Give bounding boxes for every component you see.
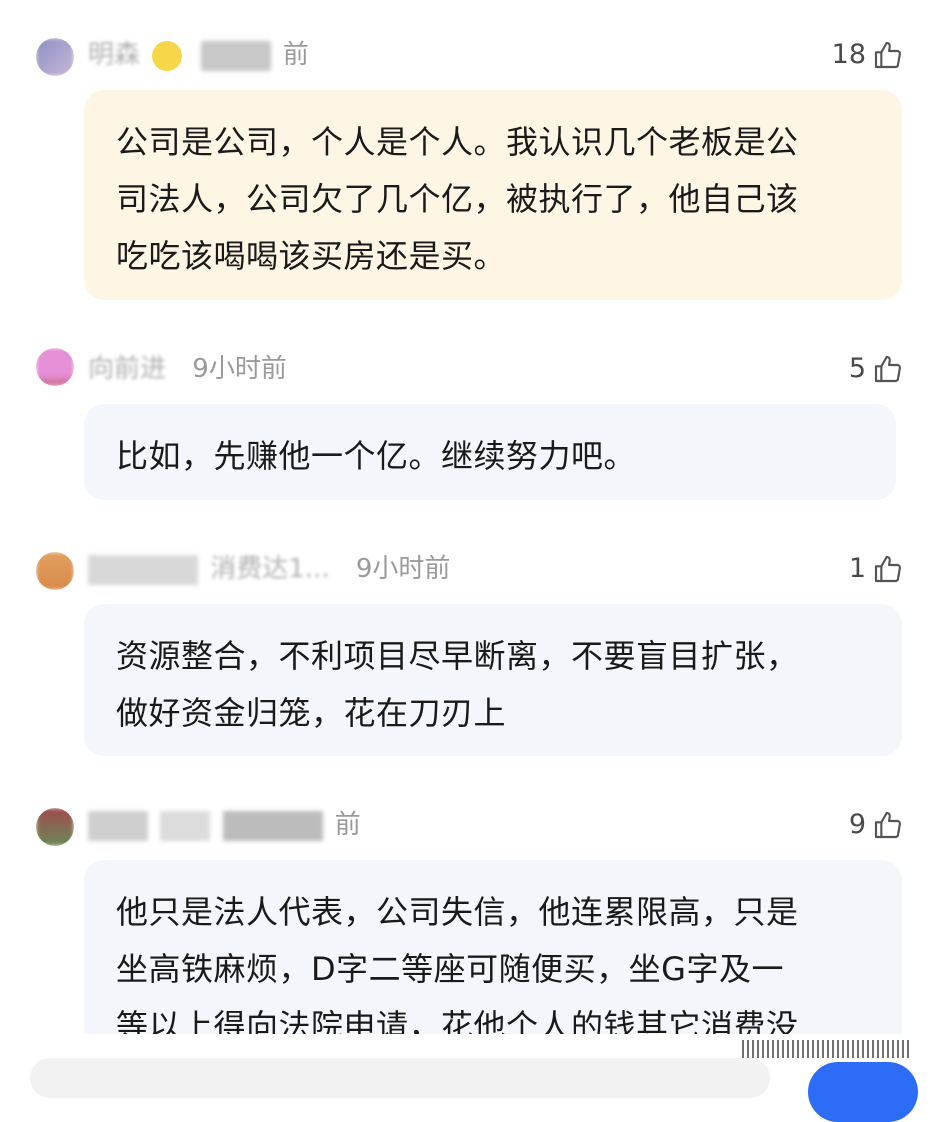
avatar[interactable] — [36, 808, 74, 846]
like-count: 5 — [848, 353, 866, 384]
comment-text: 比如，先赚他一个亿。继续努力吧。 — [84, 404, 896, 500]
comment-line: 司法人，公司欠了几个亿，被执行了，他自己该 — [116, 180, 799, 218]
comment-line: 他只是法人代表，公司失信，他连累限高，只是 — [116, 893, 799, 931]
username[interactable]: 向前进 — [88, 354, 166, 384]
comment-text: 他只是法人代表，公司失信，他连累限高，只是 坐高铁麻烦，D字二等座可随便买，坐G… — [84, 860, 902, 1060]
thumbs-up-icon — [874, 811, 901, 839]
username[interactable]: 明森 — [88, 40, 140, 70]
timestamp: 前 — [334, 810, 361, 840]
timestamp: 前 — [282, 40, 309, 70]
comment-meta: 消费达1... 9小时前 — [88, 549, 450, 589]
thumbs-up-icon — [874, 41, 901, 69]
comment-line: 吃吃该喝喝该买房还是买。 — [116, 237, 507, 275]
avatar[interactable] — [36, 38, 74, 76]
like-count: 9 — [848, 809, 866, 840]
thumbs-up-icon — [874, 355, 901, 383]
timestamp: 9小时前 — [192, 354, 287, 384]
like-button[interactable]: 5 — [849, 349, 904, 389]
send-button[interactable] — [808, 1062, 918, 1122]
comment-line: 公司是公司，个人是个人。我认识几个老板是公 — [116, 123, 799, 161]
thumbs-up-icon — [874, 555, 901, 583]
comment-input[interactable] — [30, 1058, 770, 1098]
comment-meta: 明森 前 — [88, 35, 309, 75]
avatar[interactable] — [36, 552, 74, 590]
like-button[interactable]: 9 — [849, 805, 904, 845]
comment-text: 公司是公司，个人是个人。我认识几个老板是公 司法人，公司欠了几个亿，被执行了，他… — [84, 90, 902, 300]
comment-meta: 前 — [88, 805, 361, 845]
watermark-barcode — [742, 1040, 912, 1058]
like-button[interactable]: 18 — [832, 35, 904, 75]
like-button[interactable]: 1 — [849, 549, 904, 589]
like-count: 1 — [848, 553, 866, 584]
like-count: 18 — [831, 39, 866, 70]
comment-meta: 向前进 9小时前 — [88, 349, 287, 389]
comment-line: 坐高铁麻烦，D字二等座可随便买，坐G字及一 — [116, 950, 784, 988]
comment-line: 做好资金归笼，花在刀刃上 — [116, 694, 507, 732]
comment-text: 资源整合，不利项目尽早断离，不要盲目扩张， 做好资金归笼，花在刀刃上 — [84, 604, 902, 756]
comment-line: 比如，先赚他一个亿。继续努力吧。 — [116, 437, 637, 475]
username[interactable]: 消费达1... — [210, 554, 329, 584]
avatar[interactable] — [36, 348, 74, 386]
comment-line: 资源整合，不利项目尽早断离，不要盲目扩张， — [116, 637, 799, 675]
emoji-icon — [152, 40, 183, 71]
timestamp: 9小时前 — [355, 554, 451, 584]
